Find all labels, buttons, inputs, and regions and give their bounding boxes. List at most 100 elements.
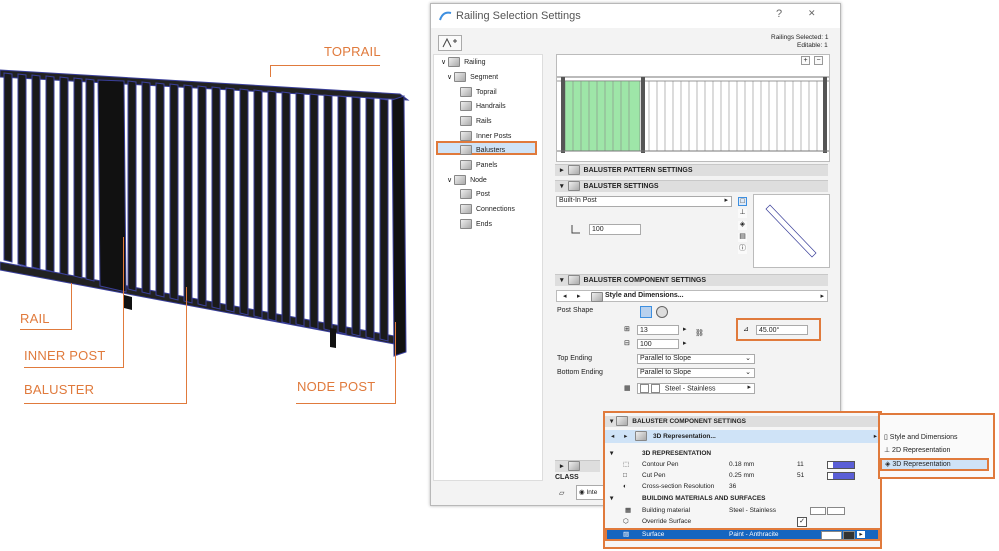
next-page-icon[interactable]: ▸: [624, 433, 627, 440]
tree-item-inner-posts[interactable]: Inner Posts: [460, 131, 511, 141]
dropdown-arrow-icon: ▸: [747, 384, 751, 391]
baluster-height-field[interactable]: 100: [589, 224, 641, 235]
component-icon: [616, 416, 629, 427]
elevation-view-icon[interactable]: ▤: [738, 233, 747, 242]
editable-label: Editable: 1: [797, 42, 828, 49]
baluster-settings-bar[interactable]: ▾ BALUSTER SETTINGS: [555, 180, 828, 192]
contour-pen-row[interactable]: ⬚ Contour Pen 0.18 mm 11: [605, 459, 880, 470]
cross-section-row[interactable]: ◐ Cross-section Resolution 36: [605, 481, 880, 492]
interior-view-button[interactable]: ◉ Inte: [576, 485, 606, 500]
favorites-button[interactable]: [438, 35, 462, 51]
component-page-selector[interactable]: ◂ ▸ Style and Dimensions... ▸: [556, 290, 828, 302]
surface-swatch: [821, 531, 842, 540]
width-icon: ⊞: [624, 326, 630, 333]
material-swatch-icon: [640, 384, 649, 393]
tree-item-ends[interactable]: Ends: [460, 219, 492, 229]
angle-highlight: ⊿ 45.00°: [736, 318, 821, 341]
chevron-down-icon: ⌄: [745, 355, 751, 362]
baluster-2d-preview: [753, 194, 830, 268]
close-button[interactable]: ✕: [808, 8, 816, 19]
square-shape-button[interactable]: [640, 306, 652, 318]
expand-arrow-icon: ▸: [560, 463, 564, 470]
component-page-label: Style and Dimensions...: [605, 292, 684, 299]
tree-item-post[interactable]: Post: [460, 189, 490, 199]
prev-page-icon[interactable]: ◂: [611, 433, 614, 440]
zoom-in-button[interactable]: +: [801, 56, 810, 65]
depth-arrow-icon[interactable]: ▸: [683, 339, 687, 347]
bottom-ending-dropdown[interactable]: Parallel to Slope ⌄: [637, 368, 755, 378]
round-shape-button[interactable]: [656, 306, 668, 318]
favorites-icon: [442, 37, 457, 48]
tree-item-panels[interactable]: Panels: [460, 160, 497, 170]
material-dropdown[interactable]: Steel - Stainless ▸: [637, 383, 755, 394]
post-width-field[interactable]: 13: [637, 325, 679, 335]
tree-item-connections[interactable]: Connections: [460, 204, 515, 214]
archicad-logo-icon: [439, 11, 452, 21]
baluster-pattern-settings-bar[interactable]: ▸ BALUSTER PATTERN SETTINGS: [555, 164, 828, 176]
section-3d-representation[interactable]: ▾ 3D REPRESENTATION: [605, 448, 880, 459]
cut-pen-row[interactable]: □ Cut Pen 0.25 mm 51: [605, 470, 880, 481]
rails-icon: [460, 116, 472, 126]
tree-item-toprail[interactable]: Toprail: [460, 87, 497, 97]
resolution-icon: ◐: [623, 483, 627, 490]
builtin-post-dropdown[interactable]: Built-In Post ▸: [556, 196, 732, 207]
surface-dropdown-icon[interactable]: ▸: [857, 531, 865, 538]
tree-item-node[interactable]: ∨ Node: [447, 175, 487, 185]
menu-item-style-dimensions[interactable]: ▯ Style and Dimensions: [884, 433, 958, 441]
segment-icon: [454, 72, 467, 82]
section-view-icon[interactable]: ⊥: [738, 209, 747, 218]
top-ending-dropdown[interactable]: Parallel to Slope ⌄: [637, 354, 755, 364]
link-chain-icon[interactable]: ⛓: [695, 329, 704, 337]
menu-item-2d-representation[interactable]: ⊥ 2D Representation: [884, 446, 950, 454]
expand-icon: ∨: [447, 176, 455, 184]
tree-item-railing[interactable]: ∨ Railing: [441, 57, 485, 67]
override-surface-row[interactable]: ⬡ Override Surface ✓: [605, 516, 880, 527]
override-surface-checkbox[interactable]: ✓: [797, 517, 807, 527]
zoom-out-button[interactable]: −: [814, 56, 823, 65]
classification-bar[interactable]: ▸CLASS: [555, 460, 600, 481]
baluster-leader-h: [24, 403, 187, 404]
overlay-page-selector[interactable]: ◂ ▸ 3D Representation... ▸: [605, 430, 880, 443]
pen-color-swatch[interactable]: [827, 472, 855, 480]
prev-page-icon[interactable]: ◂: [563, 292, 567, 300]
railing-3d-illustration: [0, 69, 410, 357]
inner-post-leader-v: [123, 237, 124, 368]
post-depth-field[interactable]: 100: [637, 339, 679, 349]
ends-icon: [460, 219, 472, 229]
next-page-icon[interactable]: ▸: [577, 292, 581, 300]
tree-item-rails[interactable]: Rails: [460, 116, 492, 126]
railing-preview[interactable]: [556, 54, 830, 162]
depth-icon: ⊟: [624, 340, 630, 347]
post-icon: [460, 189, 472, 199]
3d-view-icon[interactable]: ◈: [738, 221, 747, 230]
building-material-row[interactable]: ▦ Building material Steel - Stainless: [605, 505, 880, 516]
surface-color-swatch[interactable]: [843, 531, 855, 540]
view-mode-icons: □ ⊥ ◈ ▤ ⓘ: [737, 196, 750, 258]
height-icon: [571, 225, 580, 234]
2d-representation-icon: ⊥: [884, 447, 893, 454]
pen-color-swatch[interactable]: [827, 461, 855, 469]
settings-icon: [567, 181, 580, 192]
tree-item-segment[interactable]: ∨ Segment: [447, 72, 498, 82]
component-icon: [567, 275, 580, 286]
baluster-component-settings-bar[interactable]: ▾ BALUSTER COMPONENT SETTINGS: [555, 274, 828, 286]
menu-item-3d-representation[interactable]: ◈ 3D Representation: [880, 458, 989, 471]
pattern-icon: [567, 165, 580, 176]
railings-selected-label: Railings Selected: 1: [771, 34, 829, 41]
expand-arrow-icon: ▸: [560, 167, 564, 174]
width-arrow-icon[interactable]: ▸: [683, 325, 687, 333]
help-button[interactable]: ?: [776, 8, 782, 20]
post-shape-label: Post Shape: [557, 307, 594, 314]
toprail-icon: [460, 87, 472, 97]
surface-row[interactable]: ▨ Surface Paint - Anthracite ▸: [605, 528, 880, 541]
section-materials[interactable]: ▾ BUILDING MATERIALS AND SURFACES: [605, 493, 880, 504]
page-dropdown-icon[interactable]: ▸: [874, 430, 877, 443]
tree-item-handrails[interactable]: Handrails: [460, 101, 506, 111]
overlay-title-bar[interactable]: ▾ BALUSTER COMPONENT SETTINGS: [605, 416, 880, 427]
info-icon[interactable]: ⓘ: [738, 245, 747, 254]
page-dropdown-icon[interactable]: ▸: [820, 292, 824, 300]
tree-item-balusters[interactable]: Balusters: [460, 145, 505, 155]
plan-view-icon[interactable]: □: [738, 197, 747, 206]
baluster-callout: BALUSTER: [24, 382, 95, 397]
rotation-angle-field[interactable]: 45.00°: [756, 325, 808, 335]
